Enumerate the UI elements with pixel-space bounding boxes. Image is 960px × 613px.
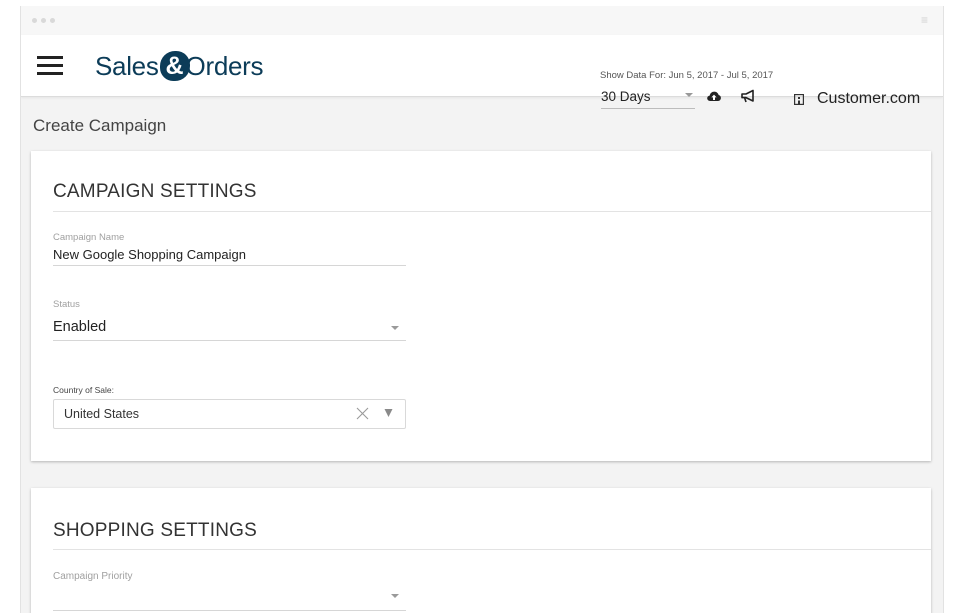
cloud-icon[interactable] — [707, 90, 721, 102]
campaign-settings-header: CAMPAIGN SETTINGS — [53, 181, 257, 202]
window-chrome: ≡ — [21, 6, 943, 35]
shopping-settings-header: SHOPPING SETTINGS — [53, 520, 257, 541]
hamburger-icon[interactable] — [37, 56, 63, 76]
page-title: Create Campaign — [33, 116, 167, 135]
window-dot[interactable] — [41, 18, 46, 23]
app-header: Sales & Orders Show Data For: Jun 5, 201… — [21, 35, 943, 109]
campaign-name-underline — [53, 265, 406, 266]
country-value: United States — [64, 407, 140, 421]
chevron-down-icon[interactable] — [391, 594, 399, 598]
campaign-priority-label: Campaign Priority — [53, 571, 133, 582]
date-range-label: Show Data For: Jun 5, 2017 - Jul 5, 2017 — [600, 70, 774, 81]
campaign-name-label: Campaign Name — [53, 232, 125, 243]
status-underline — [53, 340, 406, 341]
megaphone-icon[interactable] — [741, 89, 756, 103]
window-menu-icon[interactable]: ≡ — [921, 14, 928, 26]
logo[interactable]: Sales & Orders — [95, 50, 264, 82]
window-dot[interactable] — [50, 18, 55, 23]
campaign-settings-card: CAMPAIGN SETTINGS Campaign Name New Goog… — [31, 151, 931, 461]
date-range-value: 30 Days — [601, 89, 651, 104]
card-divider — [53, 211, 931, 212]
app-window: ≡ Sales & Orders Show Data For: Jun 5, 2… — [20, 6, 944, 613]
shopping-settings-card: SHOPPING SETTINGS Campaign Priority — [31, 488, 931, 613]
card-divider — [53, 549, 931, 550]
chevron-down-icon — [685, 93, 693, 97]
status-select[interactable]: Enabled — [53, 319, 106, 335]
campaign-name-input[interactable]: New Google Shopping Campaign — [53, 247, 246, 262]
caret-down-icon[interactable] — [384, 408, 393, 418]
priority-underline — [53, 610, 406, 611]
chevron-down-icon[interactable] — [391, 326, 399, 330]
customer-account[interactable]: Customer.com — [817, 90, 920, 108]
close-icon[interactable] — [356, 407, 369, 420]
date-range-select[interactable]: 30 Days — [601, 86, 695, 109]
country-label: Country of Sale: — [53, 385, 114, 395]
country-select[interactable]: United States — [53, 399, 406, 429]
building-icon[interactable] — [794, 94, 804, 105]
status-label: Status — [53, 299, 80, 310]
logo-text-sales: Sales — [95, 50, 159, 81]
window-dot[interactable] — [32, 18, 37, 23]
logo-text-orders: Orders — [185, 50, 264, 81]
window-controls — [32, 18, 55, 23]
